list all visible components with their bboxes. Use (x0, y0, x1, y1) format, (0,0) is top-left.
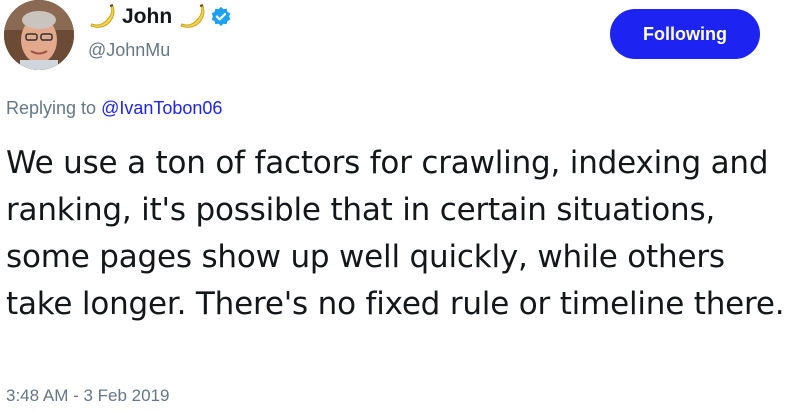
author-handle[interactable]: @JohnMu (88, 40, 170, 61)
reply-context: Replying to @IvanTobon06 (6, 98, 222, 119)
banana-icon (90, 4, 115, 28)
avatar-image (4, 0, 74, 70)
reply-mention-link[interactable]: @IvanTobon06 (101, 98, 222, 118)
tweet-text: We use a ton of factors for crawling, in… (6, 145, 785, 322)
avatar[interactable] (4, 0, 74, 70)
tweet-card: John @JohnMu Following Replying to @Ivan… (0, 0, 800, 412)
following-button[interactable]: Following (610, 9, 760, 59)
reply-prefix: Replying to (6, 98, 97, 118)
author-display-name: John (122, 5, 173, 28)
verified-badge-icon (211, 6, 231, 26)
banana-icon (180, 4, 205, 28)
author-name-row[interactable]: John (88, 2, 232, 32)
tweet-timestamp[interactable]: 3:48 AM - 3 Feb 2019 (6, 386, 170, 406)
